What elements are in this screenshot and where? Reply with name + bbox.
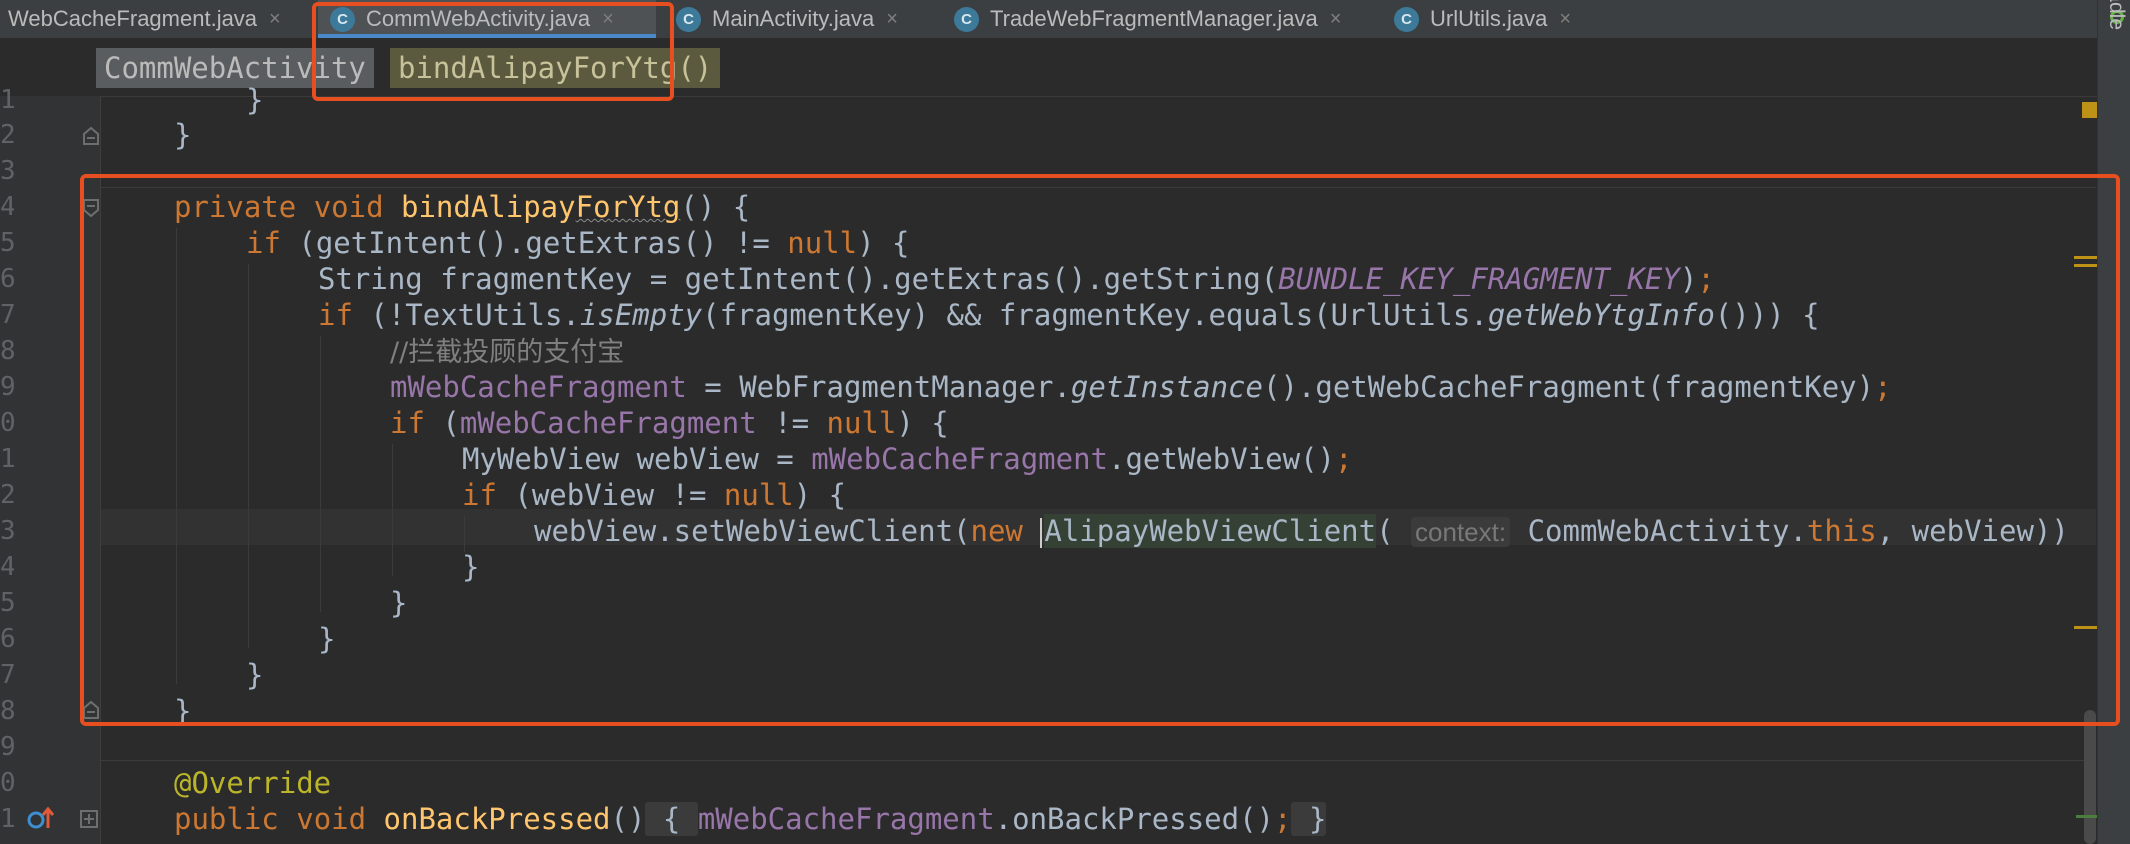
close-icon[interactable]: ×	[269, 8, 281, 31]
gradle-tool-button[interactable]: Gradle	[2104, 0, 2128, 30]
line-number: 5	[0, 228, 14, 258]
class-icon: C	[676, 6, 701, 32]
line-number: 6	[0, 624, 14, 654]
line-number: 0	[0, 768, 14, 798]
line-number: 9	[0, 732, 14, 762]
line-number: 6	[0, 264, 14, 294]
tab-tradewebfragmentmanager[interactable]: C TradeWebFragmentManager.java ×	[946, 0, 1366, 38]
tab-mainactivity[interactable]: C MainActivity.java ×	[664, 0, 944, 38]
line-number: 7	[0, 300, 14, 330]
line-number: 7	[0, 660, 14, 690]
folded-region[interactable]: {	[645, 802, 698, 836]
code-line: @Override	[174, 765, 331, 801]
vertical-scrollbar[interactable]	[2084, 710, 2096, 844]
fold-end-icon[interactable]	[82, 126, 100, 146]
code-text: }	[246, 83, 264, 117]
code-line: }	[246, 82, 263, 118]
code-line: public void onBackPressed() { mWebCacheF…	[174, 801, 1327, 837]
line-number: 8	[0, 696, 14, 726]
method-separator	[101, 760, 2096, 761]
line-number: 9	[0, 372, 14, 402]
tab-label: WebCacheFragment.java	[8, 6, 258, 31]
tab-webcachefragment[interactable]: WebCacheFragment.java ×	[0, 0, 312, 38]
error-stripe-marker[interactable]	[2082, 102, 2098, 118]
semicolon: ;	[1274, 802, 1292, 836]
line-number: 2	[0, 120, 14, 150]
expand-fold-icon[interactable]	[80, 810, 98, 828]
line-number: 4	[0, 552, 14, 582]
class-icon: C	[954, 6, 979, 32]
close-icon[interactable]: ×	[886, 8, 898, 31]
line-number: 3	[0, 156, 14, 186]
line-number: 5	[0, 588, 14, 618]
tab-label: MainActivity.java	[712, 6, 875, 31]
code-text: }	[174, 118, 192, 152]
code-text: .onBackPressed()	[994, 802, 1275, 836]
tab-label: UrlUtils.java	[1430, 6, 1548, 31]
annotation: @Override	[174, 766, 332, 800]
close-icon[interactable]: ×	[1330, 8, 1342, 31]
override-method-icon[interactable]	[26, 806, 56, 832]
highlight-box-method	[80, 174, 2120, 726]
close-icon[interactable]: ×	[1559, 8, 1571, 31]
class-icon: C	[1394, 6, 1419, 32]
code-line: }	[174, 117, 191, 153]
tab-label: TradeWebFragmentManager.java	[990, 6, 1318, 31]
tab-urlutils[interactable]: C UrlUtils.java ×	[1386, 0, 1606, 38]
line-number: 8	[0, 336, 14, 366]
code-text: ()	[610, 802, 646, 836]
change-marker	[2076, 815, 2098, 818]
highlight-box-tab-breadcrumb	[312, 2, 674, 101]
keyword: public	[174, 802, 279, 836]
folded-region[interactable]: }	[1291, 802, 1327, 836]
line-number: 1	[0, 85, 14, 115]
keyword: void	[296, 802, 367, 836]
line-number: 3	[0, 516, 14, 546]
line-number: 1	[0, 444, 14, 474]
line-number: 4	[0, 192, 14, 222]
method-name: onBackPressed	[383, 802, 611, 836]
line-number: 1	[0, 804, 14, 834]
field: mWebCacheFragment	[697, 802, 995, 836]
line-number: 0	[0, 408, 14, 438]
line-number: 2	[0, 480, 14, 510]
